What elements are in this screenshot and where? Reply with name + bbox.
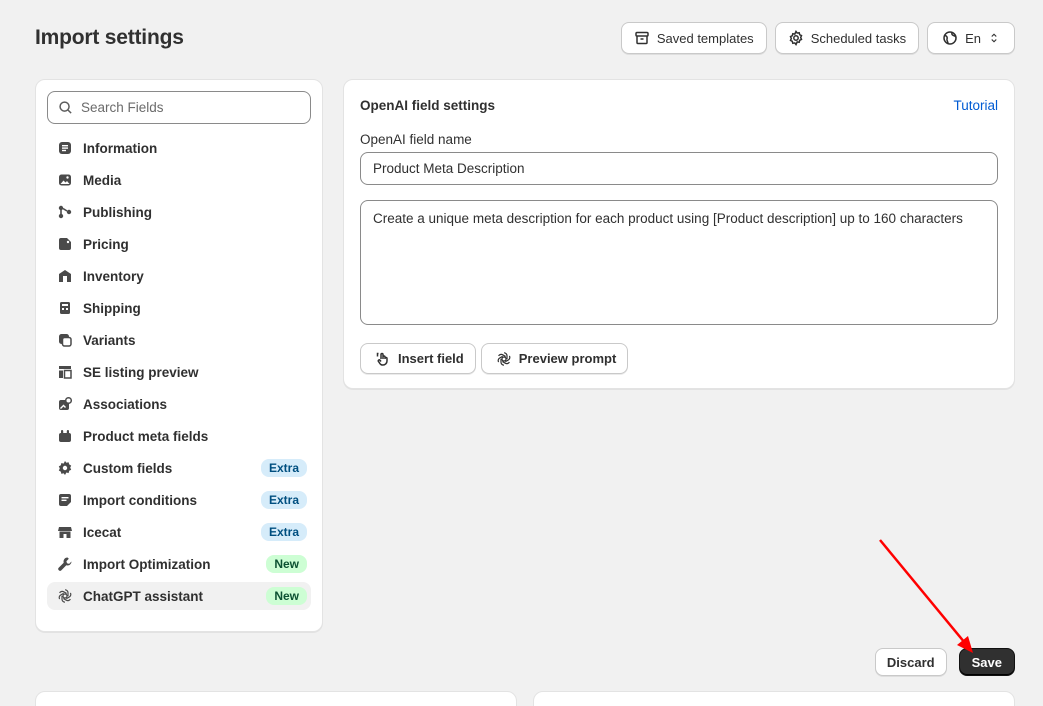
archive-icon bbox=[634, 30, 650, 46]
openai-icon bbox=[496, 351, 512, 367]
inventory-icon bbox=[57, 268, 73, 284]
sidebar-item-variants[interactable]: Variants bbox=[47, 326, 311, 354]
sidebar-item-custom-fields[interactable]: Custom fields Extra bbox=[47, 454, 311, 482]
sidebar-item-inventory[interactable]: Inventory bbox=[47, 262, 311, 290]
language-label: En bbox=[965, 30, 981, 46]
sidebar-item-product-meta-fields[interactable]: Product meta fields bbox=[47, 422, 311, 450]
prompt-textarea[interactable]: Create a unique meta description for eac… bbox=[360, 200, 998, 325]
field-name-label: OpenAI field name bbox=[360, 132, 472, 147]
status-badge: Extra bbox=[260, 459, 307, 477]
scheduled-tasks-button[interactable]: Scheduled tasks bbox=[774, 22, 920, 54]
sidebar-item-label: ChatGPT assistant bbox=[83, 588, 204, 604]
media-icon bbox=[57, 172, 73, 188]
gear-icon bbox=[788, 30, 804, 46]
form-actions: Discard Save bbox=[874, 648, 1015, 676]
store-icon bbox=[57, 524, 73, 540]
sidebar-item-label: SE listing preview bbox=[83, 364, 199, 380]
search-icon bbox=[58, 100, 73, 115]
scheduled-tasks-label: Scheduled tasks bbox=[810, 30, 907, 46]
sidebar-item-pricing[interactable]: Pricing bbox=[47, 230, 311, 258]
sidebar-item-label: Inventory bbox=[83, 268, 144, 284]
meta-fields-icon bbox=[57, 428, 73, 444]
status-badge: New bbox=[266, 587, 307, 605]
sidebar-item-label: Publishing bbox=[83, 204, 152, 220]
bottom-card-left bbox=[35, 691, 517, 706]
sidebar-item-shipping[interactable]: Shipping bbox=[47, 294, 311, 322]
status-badge: Extra bbox=[260, 491, 307, 509]
sidebar-item-label: Information bbox=[83, 140, 158, 156]
pricing-icon bbox=[57, 236, 73, 252]
conditions-icon bbox=[57, 492, 73, 508]
insert-hand-icon bbox=[375, 351, 391, 367]
publishing-icon bbox=[57, 204, 73, 220]
globe-icon bbox=[942, 30, 958, 46]
fields-sidebar: Information Media Publishing Pricing Invento… bbox=[35, 79, 323, 632]
shipping-icon bbox=[57, 300, 73, 316]
sidebar-item-publishing[interactable]: Publishing bbox=[47, 198, 311, 226]
sidebar-item-information[interactable]: Information bbox=[47, 134, 311, 162]
sidebar-item-import-optimization[interactable]: Import Optimization New bbox=[47, 550, 311, 578]
bottom-card-right bbox=[533, 691, 1015, 706]
settings-title: OpenAI field settings bbox=[360, 98, 496, 113]
settings-actions: Insert field Preview prompt bbox=[360, 343, 998, 374]
page-title: Import settings bbox=[35, 26, 184, 49]
saved-templates-label: Saved templates bbox=[656, 30, 754, 46]
sidebar-item-label: Import Optimization bbox=[83, 556, 211, 572]
preview-prompt-button[interactable]: Preview prompt bbox=[480, 343, 629, 374]
wrench-icon bbox=[57, 556, 73, 572]
status-badge: Extra bbox=[260, 523, 307, 541]
sidebar-item-label: Pricing bbox=[83, 236, 129, 252]
top-actions: Saved templates Scheduled tasks En bbox=[620, 22, 1015, 54]
sidebar-item-import-conditions[interactable]: Import conditions Extra bbox=[47, 486, 311, 514]
sidebar-item-associations[interactable]: Associations bbox=[47, 390, 311, 418]
sidebar-item-label: Variants bbox=[83, 332, 136, 348]
sidebar-item-chatgpt-assistant[interactable]: ChatGPT assistant New bbox=[47, 582, 311, 610]
search-input[interactable] bbox=[81, 100, 300, 115]
sidebar-item-label: Media bbox=[83, 172, 122, 188]
sidebar-item-icecat[interactable]: Icecat Extra bbox=[47, 518, 311, 546]
sidebar-item-label: Import conditions bbox=[83, 492, 197, 508]
save-button[interactable]: Save bbox=[958, 648, 1015, 676]
information-icon bbox=[57, 140, 73, 156]
variants-icon bbox=[57, 332, 73, 348]
language-selector[interactable]: En bbox=[927, 22, 1015, 54]
openai-icon bbox=[57, 588, 73, 604]
sidebar-item-label: Icecat bbox=[83, 524, 122, 540]
field-name-input[interactable] bbox=[360, 152, 998, 185]
sidebar-item-se-listing-preview[interactable]: SE listing preview bbox=[47, 358, 311, 386]
saved-templates-button[interactable]: Saved templates bbox=[620, 22, 767, 54]
discard-button[interactable]: Discard bbox=[874, 648, 947, 676]
sidebar-item-label: Shipping bbox=[83, 300, 141, 316]
chevron-updown-icon bbox=[988, 31, 1000, 45]
sidebar-item-media[interactable]: Media bbox=[47, 166, 311, 194]
associations-icon bbox=[57, 396, 73, 412]
sidebar-item-label: Custom fields bbox=[83, 460, 173, 476]
sidebar-item-label: Associations bbox=[83, 396, 168, 412]
sidebar-nav: Information Media Publishing Pricing Invento… bbox=[47, 134, 311, 610]
gear-icon bbox=[57, 460, 73, 476]
se-listing-icon bbox=[57, 364, 73, 380]
search-box[interactable] bbox=[47, 91, 311, 124]
sidebar-item-label: Product meta fields bbox=[83, 428, 209, 444]
status-badge: New bbox=[266, 555, 307, 573]
insert-field-label: Insert field bbox=[398, 351, 464, 366]
preview-prompt-label: Preview prompt bbox=[518, 351, 617, 366]
tutorial-link[interactable]: Tutorial bbox=[953, 98, 998, 113]
insert-field-button[interactable]: Insert field bbox=[360, 343, 476, 374]
openai-field-settings-card: OpenAI field settings Tutorial OpenAI fi… bbox=[343, 79, 1015, 389]
